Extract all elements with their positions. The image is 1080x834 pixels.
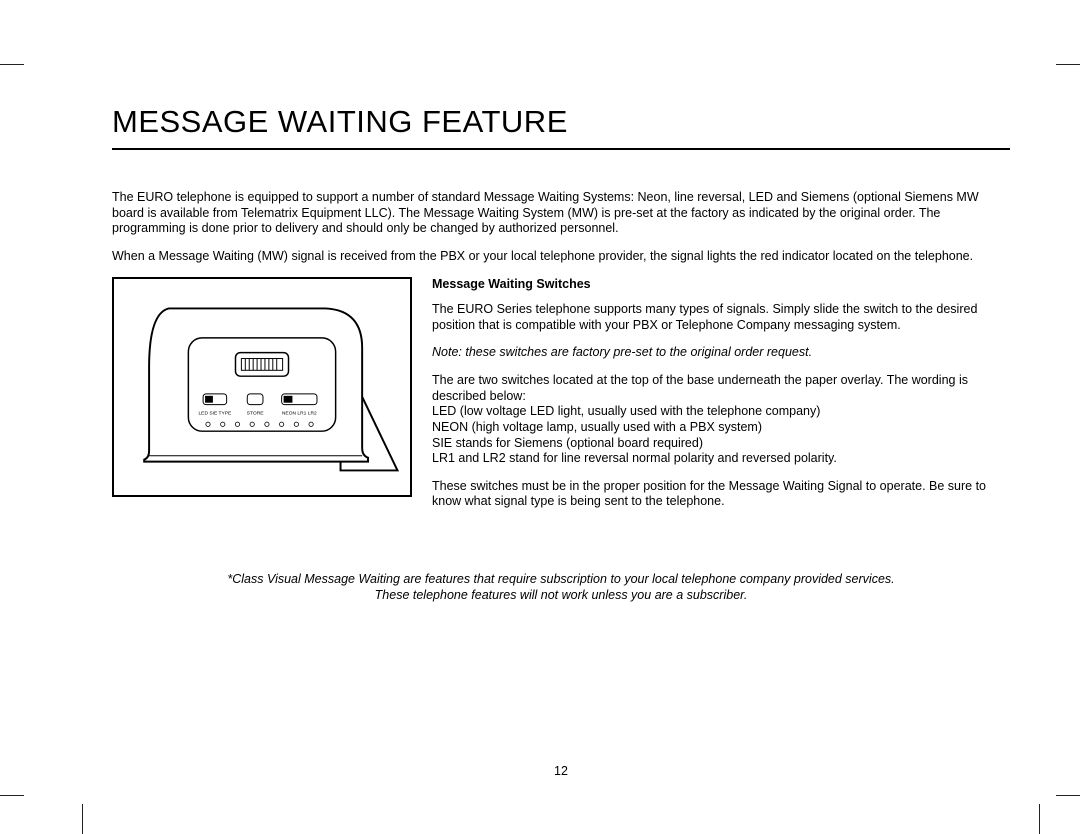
phone-diagram-svg: LED SIE TYPE STORE NEON LR1 LR2: [114, 279, 410, 495]
title-rule: [112, 148, 1010, 150]
switches-note: Note: these switches are factory pre-set…: [432, 345, 1010, 361]
crop-mark: [0, 64, 24, 65]
crop-mark: [1039, 804, 1040, 834]
page-title: MESSAGE WAITING FEATURE: [112, 104, 1040, 140]
def-led: LED (low voltage LED light, usually used…: [432, 404, 1010, 420]
def-neon: NEON (high voltage lamp, usually used wi…: [432, 420, 1010, 436]
body-text: The EURO telephone is equipped to suppor…: [112, 190, 1010, 522]
crop-mark: [1056, 64, 1080, 65]
footnote: *Class Visual Message Waiting are featur…: [112, 572, 1010, 603]
page-content: MESSAGE WAITING FEATURE The EURO telepho…: [82, 64, 1040, 796]
switches-p3: These switches must be in the proper pos…: [432, 479, 1010, 510]
intro-paragraph-2: When a Message Waiting (MW) signal is re…: [112, 249, 1010, 265]
crop-mark: [82, 804, 83, 834]
def-lr: LR1 and LR2 stand for line reversal norm…: [432, 451, 1010, 467]
def-sie: SIE stands for Siemens (optional board r…: [432, 436, 1010, 452]
switch-definitions: The are two switches located at the top …: [432, 373, 1010, 467]
footnote-line-1: *Class Visual Message Waiting are featur…: [112, 572, 1010, 588]
figure-and-switches-row: LED SIE TYPE STORE NEON LR1 LR2 Message …: [112, 277, 1010, 523]
switches-p1: The EURO Series telephone supports many …: [432, 302, 1010, 333]
intro-paragraph-1: The EURO telephone is equipped to suppor…: [112, 190, 1010, 237]
diagram-label-right: NEON LR1 LR2: [282, 410, 317, 416]
footnote-line-2: These telephone features will not work u…: [112, 588, 1010, 604]
diagram-label-left: LED SIE TYPE: [198, 410, 232, 416]
switches-section: Message Waiting Switches The EURO Series…: [432, 277, 1010, 523]
page-number: 12: [82, 764, 1040, 778]
phone-switch-diagram: LED SIE TYPE STORE NEON LR1 LR2: [112, 277, 412, 497]
crop-mark: [0, 795, 24, 796]
crop-mark: [1056, 795, 1080, 796]
switches-p2-intro: The are two switches located at the top …: [432, 373, 1010, 404]
switches-heading: Message Waiting Switches: [432, 277, 1010, 293]
diagram-label-mid: STORE: [247, 410, 264, 416]
